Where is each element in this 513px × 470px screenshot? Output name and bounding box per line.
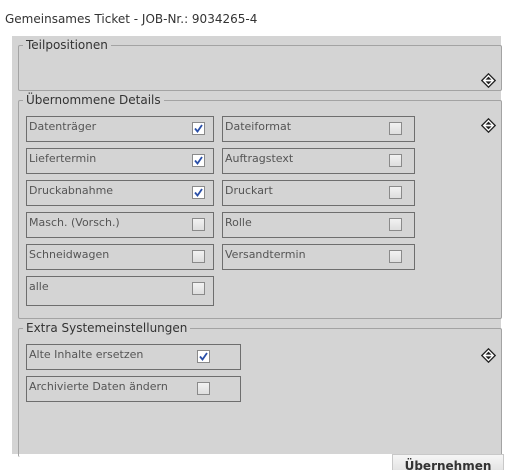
extra-settings-group: Extra Systemeinstellungen Alte Inhalte e… — [18, 322, 502, 457]
option-druckabnahme[interactable]: Druckabnahme — [26, 180, 214, 206]
option-druckart[interactable]: Druckart — [222, 180, 415, 206]
option-label: Versandtermin — [225, 248, 306, 261]
option-label: Alte Inhalte ersetzen — [29, 348, 144, 361]
option-datentraeger[interactable]: Datenträger — [26, 116, 214, 142]
teilpositionen-collapse-icon[interactable] — [481, 73, 496, 88]
option-auftragstext[interactable]: Auftragstext — [222, 148, 415, 174]
option-checkbox[interactable] — [192, 154, 205, 167]
option-checkbox[interactable] — [192, 250, 205, 263]
submit-button[interactable]: Übernehmen — [392, 454, 504, 470]
option-checkbox[interactable] — [192, 186, 205, 199]
option-dateiformat[interactable]: Dateiformat — [222, 116, 415, 142]
teilpositionen-group: Teilpositionen — [18, 39, 502, 91]
option-versandtermin[interactable]: Versandtermin — [222, 244, 415, 270]
option-checkbox[interactable] — [389, 122, 402, 135]
option-alle[interactable]: alle — [26, 276, 214, 306]
option-liefertermin[interactable]: Liefertermin — [26, 148, 214, 174]
option-label: Dateiformat — [225, 120, 292, 133]
option-checkbox[interactable] — [197, 350, 210, 363]
option-label: Rolle — [225, 216, 252, 229]
option-schneidwagen[interactable]: Schneidwagen — [26, 244, 214, 270]
option-archivierte-daten-aendern[interactable]: Archivierte Daten ändern — [26, 376, 241, 402]
extra-settings-legend: Extra Systemeinstellungen — [26, 321, 188, 335]
option-alte-inhalte-ersetzen[interactable]: Alte Inhalte ersetzen — [26, 344, 241, 370]
option-label: Masch. (Vorsch.) — [29, 216, 120, 229]
checkmark-icon — [194, 124, 203, 133]
checkmark-icon — [194, 188, 203, 197]
teilpositionen-legend: Teilpositionen — [26, 38, 108, 52]
details-group: Übernommene Details Datenträger Dateifor… — [18, 94, 502, 319]
option-label: Schneidwagen — [29, 248, 110, 261]
option-checkbox[interactable] — [192, 218, 205, 231]
option-label: Datenträger — [29, 120, 97, 133]
option-checkbox[interactable] — [389, 154, 402, 167]
window-title: Gemeinsames Ticket - JOB-Nr.: 9034265-4 — [5, 12, 258, 26]
ticket-panel: Teilpositionen Übernommene Details Daten… — [12, 36, 502, 457]
option-checkbox[interactable] — [389, 250, 402, 263]
details-legend: Übernommene Details — [26, 93, 161, 107]
option-label: Druckabnahme — [29, 184, 114, 197]
option-checkbox[interactable] — [197, 382, 210, 395]
option-label: Auftragstext — [225, 152, 294, 165]
option-label: Archivierte Daten ändern — [29, 380, 168, 393]
extra-settings-collapse-icon[interactable] — [481, 348, 496, 363]
option-label: alle — [29, 280, 49, 293]
option-checkbox[interactable] — [192, 282, 205, 295]
option-checkbox[interactable] — [389, 218, 402, 231]
option-label: Druckart — [225, 184, 273, 197]
option-checkbox[interactable] — [192, 122, 205, 135]
option-masch-vorsch[interactable]: Masch. (Vorsch.) — [26, 212, 214, 238]
option-label: Liefertermin — [29, 152, 97, 165]
details-collapse-icon[interactable] — [481, 118, 496, 133]
checkmark-icon — [199, 352, 208, 361]
option-rolle[interactable]: Rolle — [222, 212, 415, 238]
checkmark-icon — [194, 156, 203, 165]
option-checkbox[interactable] — [389, 186, 402, 199]
